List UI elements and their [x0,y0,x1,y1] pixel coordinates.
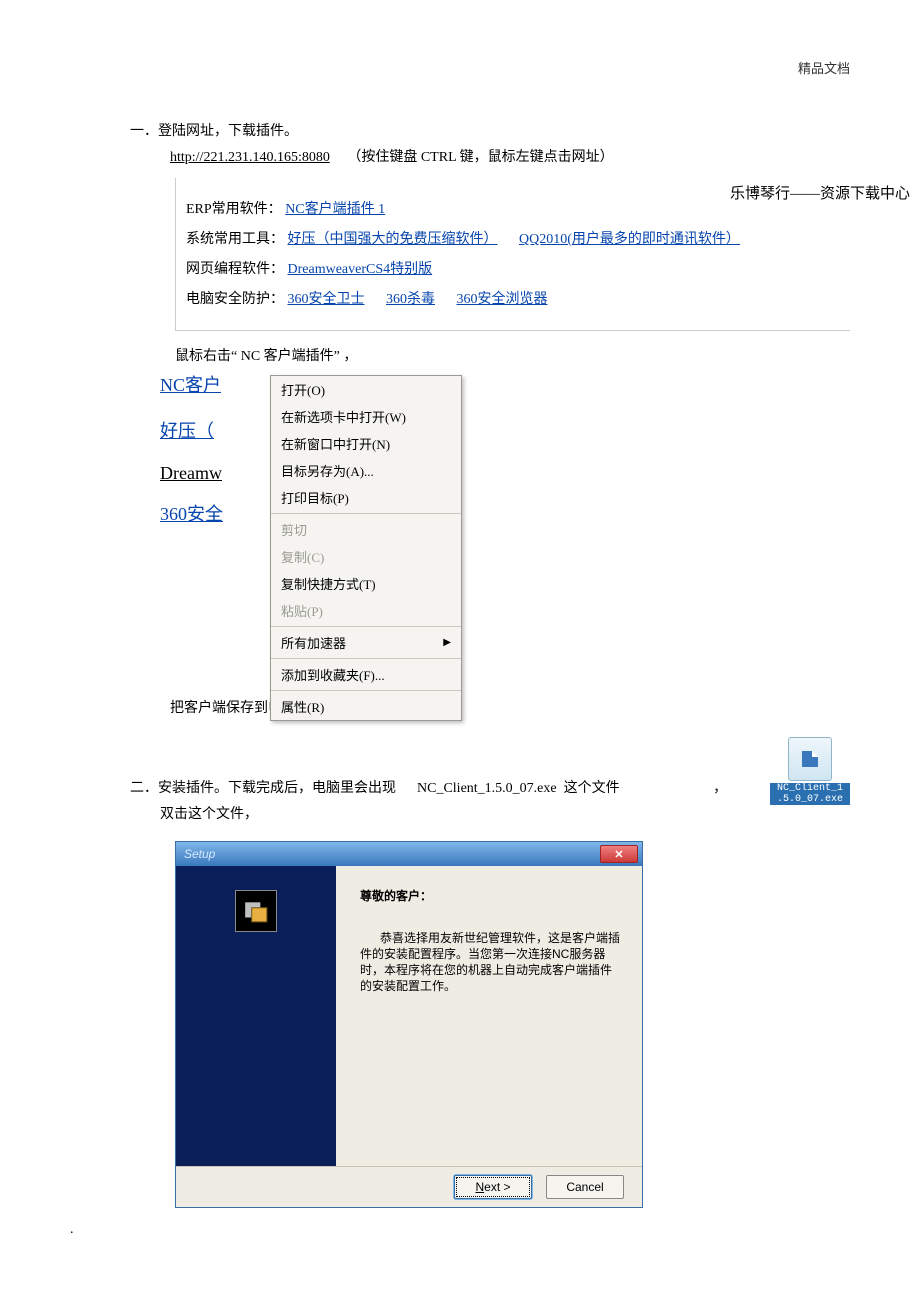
dl-label: 系统常用工具： [186,232,284,247]
ctx-save-target-as[interactable]: 目标另存为(A)... [271,457,461,484]
dl-row-tools: 系统常用工具： 好压（中国强大的免费压缩软件） QQ2010(用户最多的即时通讯… [186,228,850,248]
setup-content: 尊敬的客户： 恭喜选择用友新世纪管理软件，这是客户端插件的安装配置程序。当您第一… [336,866,642,1166]
exe-filename: NC_Client_1.5.0_07.exe [417,781,557,796]
close-button[interactable]: ✕ [600,845,638,863]
link-qq2010[interactable]: QQ2010(用户最多的即时通讯软件） [519,232,740,247]
setup-title-bar[interactable]: Setup ✕ [176,842,642,866]
file-icon-name-2: .5.0_07.exe [770,794,850,805]
ctx-add-favorites[interactable]: 添加到收藏夹(F)... [271,661,461,688]
ctx-properties[interactable]: 属性(R) [271,693,461,720]
ctx-separator [271,658,461,659]
dl-label: ERP常用软件： [186,202,282,217]
ctx-open-new-window[interactable]: 在新窗口中打开(N) [271,430,461,457]
setup-greeting: 尊敬的客户： [360,888,622,904]
link-360-safe[interactable]: 360安全卫士 [288,292,365,307]
ctx-cut: 剪切 [271,516,461,543]
section1-title: 一．登陆网址，下载插件。 [130,120,850,140]
context-menu: 打开(O) 在新选项卡中打开(W) 在新窗口中打开(N) 目标另存为(A)...… [270,375,462,721]
ctx-separator [271,690,461,691]
dl-label: 电脑安全防护： [186,292,284,307]
dl-label: 网页编程软件： [186,262,284,277]
ctx-all-accelerators[interactable]: 所有加速器▶ [271,629,461,656]
ctx-print-target[interactable]: 打印目标(P) [271,484,461,511]
url-line: http://221.231.140.165:8080 （按住键盘 CTRL 键… [170,146,850,166]
right-click-note: 鼠标右击“ NC 客户端插件” ， [175,345,850,365]
close-icon: ✕ [614,848,623,861]
installer-icon [788,737,832,781]
desktop-file-icon[interactable]: NC_Client_1 .5.0_07.exe [770,737,850,805]
frag-link-dreamw[interactable]: Dreamw [160,463,222,483]
ctx-separator [271,626,461,627]
file-icon-name-1: NC_Client_1 [770,783,850,794]
ctx-open-new-tab[interactable]: 在新选项卡中打开(W) [271,403,461,430]
next-button[interactable]: Next > [454,1175,532,1199]
download-center-banner: 乐博琴行——资源下载中心 [730,182,910,203]
cancel-button[interactable]: Cancel [546,1175,624,1199]
dl-row-security: 电脑安全防护： 360安全卫士 360杀毒 360安全浏览器 [186,288,850,308]
frag-link-360[interactable]: 360安全 [160,504,223,524]
url-hint: （按住键盘 CTRL 键，鼠标左键点击网址） [347,150,613,165]
setup-wizard-window: Setup ✕ 尊敬的客户： 恭喜选择用友新世纪管理软件，这是客户端插件的安装配… [175,841,643,1208]
link-360-antivirus[interactable]: 360杀毒 [386,292,435,307]
frag-link-nc[interactable]: NC客户 [160,375,221,395]
ctx-open[interactable]: 打开(O) [271,376,461,403]
ctx-copy: 复制(C) [271,543,461,570]
ctx-separator [271,513,461,514]
download-url-link[interactable]: http://221.231.140.165:8080 [170,150,330,165]
link-haozip[interactable]: 好压（中国强大的免费压缩软件） [288,232,498,247]
setup-window-title: Setup [184,847,215,861]
footer-dot: . [70,1222,74,1238]
section2-line-a: 二．安装插件。下载完成后，电脑里会出现 NC_Client_1.5.0_07.e… [130,777,850,797]
setup-sidebar [176,866,336,1166]
ctx-paste: 粘贴(P) [271,597,461,624]
section2-line-b: 双击这个文件， [160,803,850,823]
header-right-label: 精品文档 [798,58,850,77]
download-center-box: 乐博琴行——资源下载中心 ERP常用软件： NC客户端插件 1 系统常用工具： … [175,178,850,331]
context-menu-illustration: NC客户 好压（ Dreamw 360安全 打开(O) 在新选项卡中打开(W) … [160,371,560,691]
submenu-arrow-icon: ▶ [443,637,451,648]
frag-link-haozip[interactable]: 好压（ [160,421,214,441]
link-nc-client-plugin[interactable]: NC客户端插件 1 [285,202,385,217]
setup-wizard-icon [235,890,277,932]
dl-row-web: 网页编程软件： DreamweaverCS4特别版 [186,258,850,278]
link-dreamweaver[interactable]: DreamweaverCS4特别版 [288,262,433,277]
setup-message: 恭喜选择用友新世纪管理软件，这是客户端插件的安装配置程序。当您第一次连接NC服务… [360,930,622,994]
setup-footer: Next > Cancel [176,1166,642,1207]
ctx-copy-shortcut[interactable]: 复制快捷方式(T) [271,570,461,597]
link-360-browser[interactable]: 360安全浏览器 [457,292,548,307]
